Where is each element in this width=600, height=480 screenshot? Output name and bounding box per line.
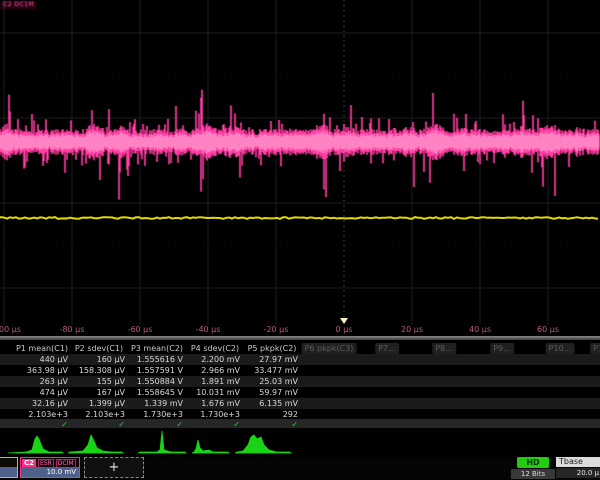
time-axis-label: 00 µs xyxy=(0,325,21,334)
measurement-cell: 1.891 mV xyxy=(201,376,240,387)
time-axis-label: 0 µs xyxy=(336,325,353,334)
measurement-cell: 167 µV xyxy=(97,387,125,398)
channel-c2-descriptor[interactable]: C2 ESR DCIM 10.0 mV xyxy=(20,457,80,478)
timebase-descriptor[interactable]: Tbase 20.0 µ xyxy=(556,457,600,478)
hd-bits-label: 12 Bits xyxy=(511,469,555,479)
channel-overlay-label: C2 DC1M xyxy=(1,1,36,9)
histicon-shape xyxy=(235,435,291,453)
measurement-column-header-empty[interactable]: P9... xyxy=(490,343,514,354)
histicon-shape xyxy=(68,435,123,453)
measurement-cell: 158.308 µV xyxy=(79,365,125,376)
add-channel-button[interactable]: + xyxy=(84,457,144,478)
measurement-cell: 1.557591 V xyxy=(137,365,183,376)
measurement-cell: 6.135 mV xyxy=(259,398,298,409)
measurement-cell: 25.03 mV xyxy=(259,376,298,387)
measurement-cell: 1.730e+3 xyxy=(200,409,240,420)
measurement-column-header-empty[interactable]: P1 xyxy=(590,343,600,354)
measurement-cell: 59.97 mV xyxy=(259,387,298,398)
waveform-grid xyxy=(0,0,600,325)
measurement-cell: 27.97 mV xyxy=(259,354,298,365)
measurement-cell: 1.676 mV xyxy=(201,398,240,409)
measurement-cell: 1.550884 V xyxy=(137,376,183,387)
measurement-status-check-icon: ✓ xyxy=(291,420,298,429)
measurement-cell: 363.98 µV xyxy=(27,365,68,376)
measurement-cell: 2.103e+3 xyxy=(28,409,68,420)
measurement-cell: 33.477 mV xyxy=(254,365,298,376)
histicon-shape xyxy=(192,440,229,453)
table-status-band xyxy=(0,419,600,428)
measurement-cell: 10.031 mV xyxy=(196,387,240,398)
hd-mode-badge[interactable]: HD xyxy=(517,457,549,468)
c1-flat-trace xyxy=(0,217,598,219)
measurement-column-header-empty[interactable]: P6 pkpk(C3) xyxy=(302,343,357,354)
timebase-title: Tbase xyxy=(556,457,600,467)
measurement-cell: 1.558645 V xyxy=(137,387,183,398)
measurement-cell: 2.200 mV xyxy=(201,354,240,365)
histicon-shape xyxy=(138,431,186,453)
time-axis-label: -20 µs xyxy=(264,325,289,334)
measurement-cell: 440 µV xyxy=(40,354,68,365)
measurement-column-header[interactable]: P3 mean(C2) xyxy=(131,343,183,354)
time-axis-label: -40 µs xyxy=(196,325,221,334)
measurement-cell: 1.730e+3 xyxy=(143,409,183,420)
trigger-position-icon[interactable] xyxy=(340,318,348,324)
timebase-value: 20.0 µ xyxy=(556,468,600,478)
channel-c1-descriptor[interactable]: DCIM 0 mV xyxy=(0,457,18,478)
measurement-column-header[interactable]: P4 sdev(C2) xyxy=(191,343,239,354)
table-row-band xyxy=(0,376,600,387)
measurement-status-check-icon: ✓ xyxy=(118,420,125,429)
measurement-cell: 1.555616 V xyxy=(137,354,183,365)
measurement-cell: 263 µV xyxy=(40,376,68,387)
measurement-cell: 474 µV xyxy=(40,387,68,398)
measurement-cell: 1.339 mV xyxy=(144,398,183,409)
time-axis-label: -80 µs xyxy=(60,325,85,334)
measurement-column-header[interactable]: P1 mean(C1) xyxy=(16,343,68,354)
measurement-status-check-icon: ✓ xyxy=(233,420,240,429)
descriptor-bar: DCIM 0 mV C2 ESR DCIM 10.0 mV + HD 12 Bi… xyxy=(0,457,600,480)
measurement-column-header-empty[interactable]: P10... xyxy=(546,343,575,354)
histicon-shape xyxy=(8,436,63,453)
measurement-cell: 1.399 µV xyxy=(89,398,125,409)
measurement-column-header-empty[interactable]: P7... xyxy=(375,343,399,354)
c2-vdiv-value: 10.0 mV xyxy=(21,467,79,477)
time-axis-label: -60 µs xyxy=(128,325,153,334)
measurement-histicons xyxy=(0,429,600,457)
c1-vdiv-value: 0 mV xyxy=(0,467,17,477)
time-axis-label: 60 µs xyxy=(537,325,559,334)
table-row-band xyxy=(0,354,600,365)
measurement-cell: 2.103e+3 xyxy=(85,409,125,420)
measurement-cell: 32.16 µV xyxy=(32,398,68,409)
measurement-column-header-empty[interactable]: P8... xyxy=(432,343,456,354)
measurement-column-header[interactable]: P2 sdev(C1) xyxy=(75,343,123,354)
measurement-column-header[interactable]: P5 pkpk(C2) xyxy=(248,343,297,354)
measurement-cell: 292 xyxy=(283,409,298,420)
measurement-cell: 155 µV xyxy=(97,376,125,387)
time-axis-label: 20 µs xyxy=(401,325,423,334)
measurement-cell: 2.966 mV xyxy=(201,365,240,376)
table-separator xyxy=(0,336,600,340)
time-axis-label: 40 µs xyxy=(469,325,491,334)
measurement-status-check-icon: ✓ xyxy=(176,420,183,429)
measurement-cell: 160 µV xyxy=(97,354,125,365)
measurement-status-check-icon: ✓ xyxy=(61,420,68,429)
oscilloscope-screen: C2 DC1M DCIM 0 mV C2 ESR DCIM 10.0 mV + … xyxy=(0,0,600,480)
